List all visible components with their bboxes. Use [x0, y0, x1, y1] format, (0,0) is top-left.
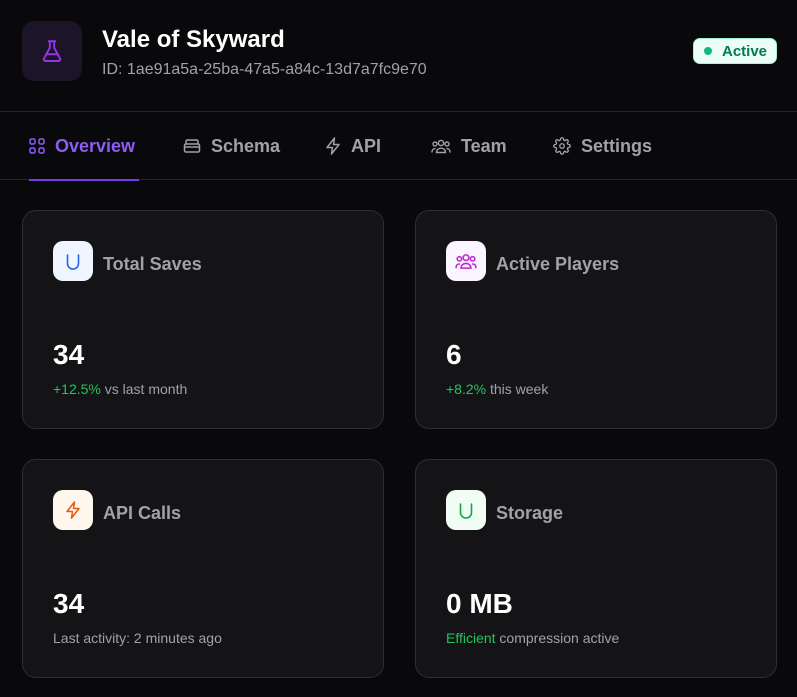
card-subtext: Efficient compression active — [446, 630, 619, 646]
card-subtext-label: vs last month — [100, 381, 188, 397]
tab-label: Schema — [211, 135, 281, 156]
lightning-icon — [53, 490, 93, 530]
grid-icon — [29, 138, 45, 154]
users-icon — [446, 241, 486, 281]
lightning-icon — [326, 137, 340, 155]
tab-team[interactable]: Team — [431, 112, 507, 180]
tab-label: Team — [461, 135, 507, 156]
card-subtext-label: this week — [486, 381, 549, 397]
flask-icon — [22, 21, 82, 81]
card-subtext: +8.2% this week — [446, 381, 548, 397]
stat-card-active-players: Active Players 6 +8.2% this week — [415, 210, 777, 429]
tab-label: Settings — [581, 135, 653, 156]
tab-label: Overview — [55, 135, 136, 156]
card-value: 0 MB — [446, 588, 513, 619]
card-value: 6 — [446, 339, 462, 370]
tab-overview[interactable]: Overview — [29, 112, 140, 181]
card-label: Storage — [496, 503, 564, 523]
tab-bar: Overview Schema API Team Settings — [0, 112, 797, 181]
card-subtext-label: compression active — [495, 630, 620, 646]
tab-settings[interactable]: Settings — [553, 112, 652, 180]
card-trend: +8.2% — [446, 381, 487, 397]
card-trend: +12.5% — [53, 381, 101, 397]
gear-icon — [553, 137, 571, 155]
stat-card-total-saves: Total Saves 34 +12.5% vs last month — [22, 210, 384, 429]
tab-schema[interactable]: Schema — [183, 112, 280, 180]
tab-label: API — [351, 135, 382, 156]
stat-card-storage: Storage 0 MB Efficient compression activ… — [415, 459, 777, 678]
status-badge: Active — [693, 38, 777, 64]
status-dot-icon — [704, 47, 712, 55]
users-icon — [431, 139, 451, 154]
card-trend: Efficient — [446, 630, 496, 646]
card-subtext-label: Last activity: 2 minutes ago — [53, 630, 222, 646]
card-value: 34 — [53, 588, 85, 619]
card-label: Active Players — [496, 254, 620, 274]
tab-api[interactable]: API — [325, 112, 381, 180]
card-subtext: +12.5% vs last month — [53, 381, 187, 397]
storage-icon — [446, 490, 486, 530]
save-icon — [53, 241, 93, 281]
card-subtext: Last activity: 2 minutes ago — [53, 630, 222, 646]
card-value: 34 — [53, 339, 85, 370]
database-icon — [183, 139, 201, 153]
status-text: Active — [722, 42, 768, 60]
page-title: Vale of Skyward — [102, 26, 285, 53]
project-id: ID: 1ae91a5a-25ba-47a5-a84c-13d7a7fc9e70 — [102, 61, 427, 78]
card-label: Total Saves — [103, 254, 202, 274]
stat-card-api-calls: API Calls 34 Last activity: 2 minutes ag… — [22, 459, 384, 678]
card-label: API Calls — [103, 503, 182, 523]
project-header: Vale of Skyward ID: 1ae91a5a-25ba-47a5-a… — [0, 0, 797, 112]
